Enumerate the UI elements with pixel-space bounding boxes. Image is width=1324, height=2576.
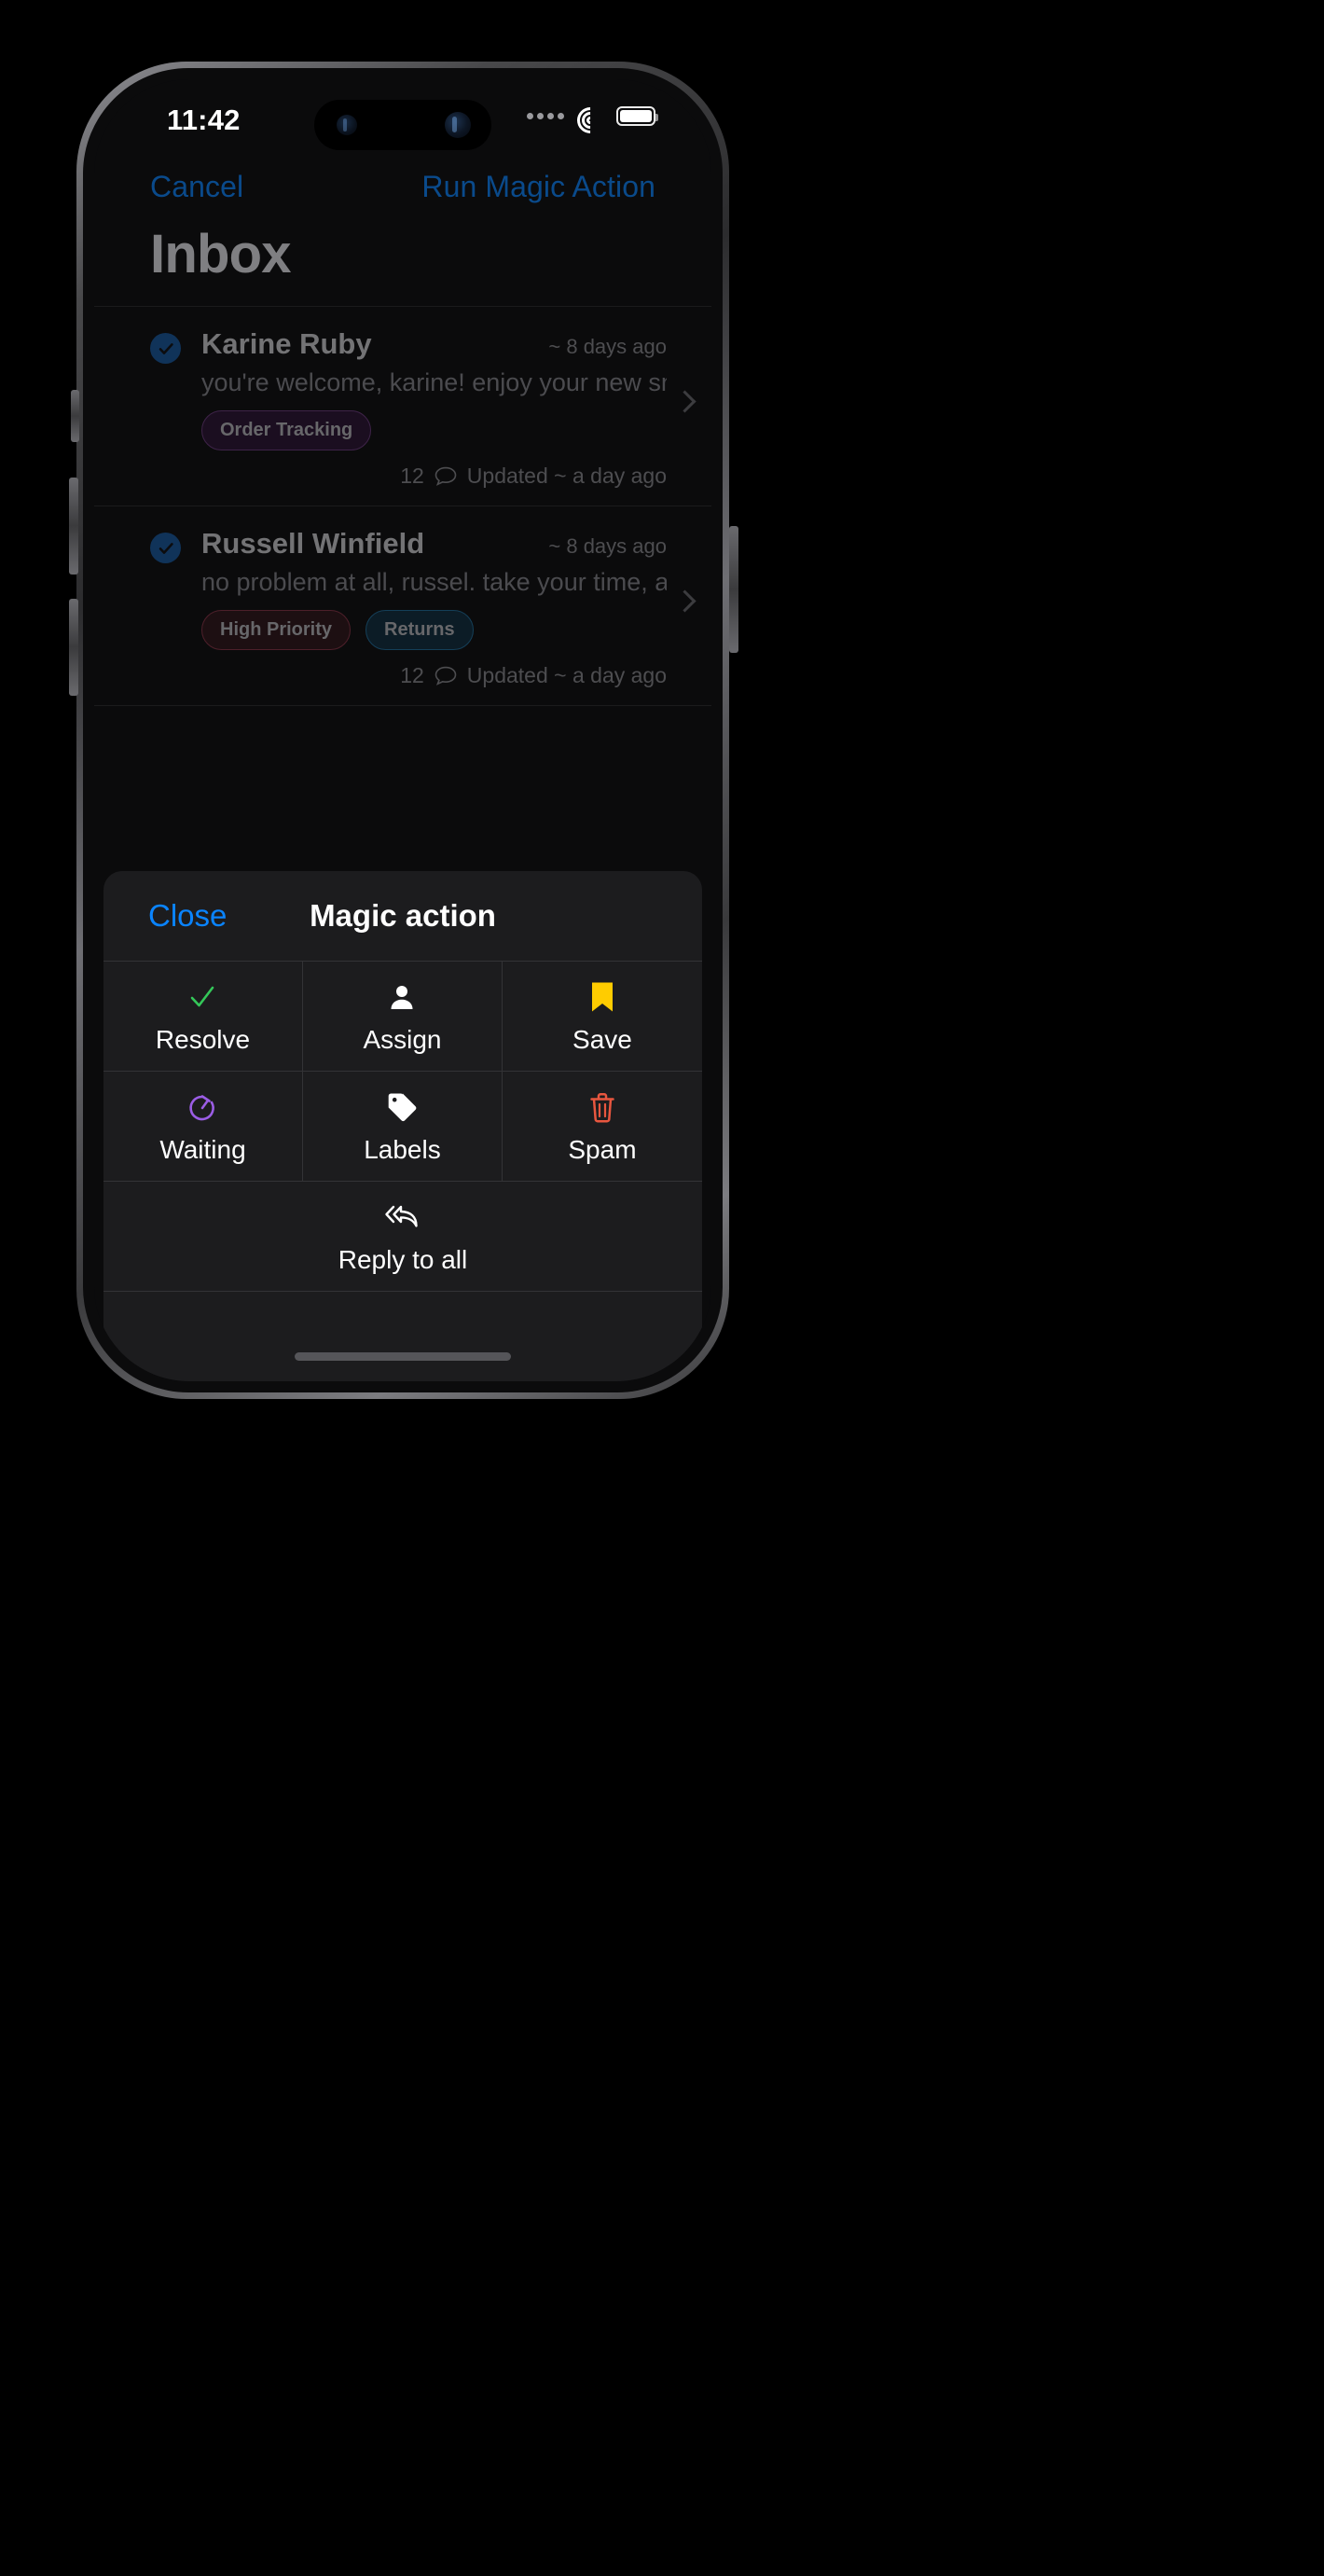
message-snippet: no problem at all, russel. take your tim…: [201, 568, 667, 596]
home-indicator[interactable]: [295, 1352, 511, 1361]
page-title: Inbox: [150, 224, 291, 284]
action-spam[interactable]: Spam: [502, 1072, 702, 1182]
row-age: ~ 8 days ago: [548, 534, 667, 558]
action-reply-to-all[interactable]: Reply to all: [103, 1182, 702, 1292]
sender-name: Russell Winfield: [201, 527, 425, 560]
sheet-header: Close Magic action: [103, 871, 702, 961]
action-label: Labels: [364, 1134, 441, 1164]
sender-name: Karine Ruby: [201, 327, 372, 360]
front-camera-icon: [445, 112, 471, 138]
close-button[interactable]: Close: [148, 898, 227, 934]
row-content: Karine Ruby ~ 8 days ago you're welcome,…: [201, 327, 667, 489]
status-bar-time: 11:42: [167, 104, 241, 136]
phone-device: 11:42 Cancel Run Magic Action Inbox Kari…: [37, 30, 738, 1399]
volume-down-button[interactable]: [69, 599, 78, 696]
action-labels[interactable]: Labels: [302, 1072, 503, 1182]
comment-count: 12: [400, 663, 424, 687]
run-magic-action-button[interactable]: Run Magic Action: [421, 170, 655, 204]
tag-list: High Priority Returns: [201, 610, 667, 650]
status-bar-indicators: [527, 102, 658, 139]
action-label: Save: [572, 1024, 632, 1054]
table-row[interactable]: Karine Ruby ~ 8 days ago you're welcome,…: [94, 307, 711, 506]
comment-bubble-icon: [434, 466, 457, 486]
row-metadata: 12 Updated ~ a day ago: [201, 464, 667, 489]
conversation-list: Karine Ruby ~ 8 days ago you're welcome,…: [94, 306, 711, 706]
comment-count: 12: [400, 464, 424, 488]
chevron-right-icon[interactable]: [673, 389, 696, 413]
sheet-footer: [103, 1292, 702, 1381]
action-assign[interactable]: Assign: [302, 962, 503, 1072]
power-button[interactable]: [729, 526, 738, 653]
action-save[interactable]: Save: [502, 962, 702, 1072]
row-header: Russell Winfield ~ 8 days ago: [201, 527, 667, 561]
volume-up-button[interactable]: [69, 478, 78, 575]
person-icon: [387, 978, 417, 1016]
tag-pill[interactable]: High Priority: [201, 610, 352, 650]
cancel-button[interactable]: Cancel: [150, 170, 243, 204]
checkmark-icon: [186, 978, 219, 1016]
comment-bubble-icon: [434, 666, 457, 686]
tag-list: Order Tracking: [201, 410, 667, 450]
cellular-dots-icon: [527, 112, 564, 119]
message-snippet: you're welcome, karine! enjoy your new s…: [201, 368, 667, 396]
wifi-icon: [572, 102, 609, 139]
navigation-bar: Cancel Run Magic Action: [94, 156, 711, 217]
row-metadata: 12 Updated ~ a day ago: [201, 663, 667, 688]
tag-pill[interactable]: Order Tracking: [201, 410, 372, 450]
stopwatch-icon: [186, 1088, 218, 1126]
bookmark-icon: [589, 978, 615, 1016]
table-row[interactable]: Russell Winfield ~ 8 days ago no problem…: [94, 506, 711, 706]
action-label: Assign: [363, 1024, 442, 1054]
row-header: Karine Ruby ~ 8 days ago: [201, 327, 667, 361]
trash-icon: [588, 1088, 616, 1126]
action-label: Spam: [568, 1134, 637, 1164]
chevron-right-icon[interactable]: [673, 589, 696, 613]
silent-switch-button[interactable]: [71, 390, 79, 442]
check-circle-icon[interactable]: [150, 533, 181, 563]
tag-pill[interactable]: Returns: [365, 610, 474, 650]
row-age: ~ 8 days ago: [548, 335, 667, 358]
reply-all-icon: [384, 1198, 421, 1236]
phone-screen: 11:42 Cancel Run Magic Action Inbox Kari…: [94, 79, 711, 1381]
action-label: Reply to all: [338, 1244, 468, 1274]
screenshot-stage: 11:42 Cancel Run Magic Action Inbox Kari…: [0, 0, 1324, 2576]
check-circle-icon[interactable]: [150, 333, 181, 364]
background-content: Cancel Run Magic Action Inbox Karine Rub…: [94, 156, 711, 706]
face-id-sensor-icon: [337, 115, 357, 135]
updated-text: Updated ~ a day ago: [466, 663, 667, 687]
action-label: Resolve: [155, 1024, 251, 1054]
action-label: Waiting: [159, 1134, 246, 1164]
tag-icon: [386, 1088, 418, 1126]
battery-full-icon: [616, 105, 658, 126]
row-content: Russell Winfield ~ 8 days ago no problem…: [201, 527, 667, 688]
magic-action-sheet: Close Magic action Resolve Assign Save W…: [103, 871, 702, 1381]
action-waiting[interactable]: Waiting: [103, 1072, 303, 1182]
updated-text: Updated ~ a day ago: [466, 464, 667, 488]
action-resolve[interactable]: Resolve: [103, 962, 303, 1072]
status-bar: 11:42: [94, 79, 711, 156]
action-grid: Resolve Assign Save Waiting Labels Spam …: [103, 961, 702, 1292]
dynamic-island: [314, 100, 491, 150]
